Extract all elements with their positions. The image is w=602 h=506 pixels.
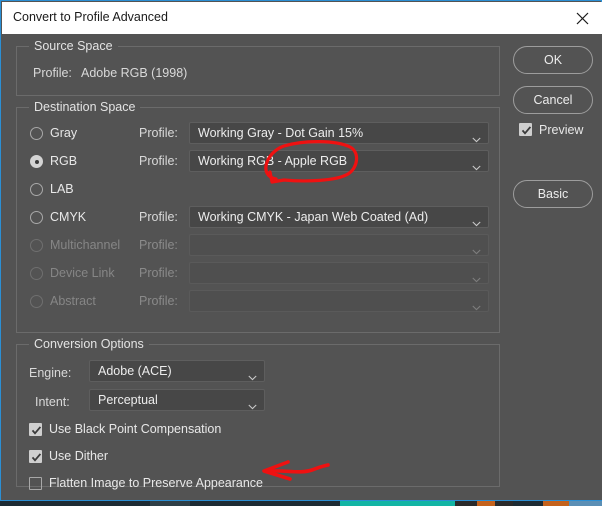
profile-value-rgb: Working RGB - Apple RGB (198, 154, 348, 168)
source-profile-label: Profile: (33, 66, 72, 80)
profile-label-multichannel: Profile: (139, 238, 178, 252)
dialog-window: Convert to Profile Advanced Source Space… (0, 0, 602, 501)
radio-gray[interactable] (30, 127, 43, 140)
profile-dropdown-multichannel (189, 234, 489, 256)
preview-label: Preview (539, 123, 584, 137)
window-title: Convert to Profile Advanced (13, 10, 168, 24)
chevron-down-icon (472, 298, 481, 311)
engine-dropdown[interactable]: Adobe (ACE) (89, 360, 265, 382)
checkbox-label-use-black-point-compensation: Use Black Point Compensation (49, 422, 222, 436)
intent-value: Perceptual (98, 393, 158, 407)
preview-checkbox[interactable] (519, 123, 532, 136)
radio-device-link (30, 267, 43, 280)
radio-label-device-link: Device Link (50, 266, 115, 280)
chevron-down-icon (248, 368, 257, 381)
cancel-button[interactable]: Cancel (513, 86, 593, 114)
profile-dropdown-rgb[interactable]: Working RGB - Apple RGB (189, 150, 489, 172)
checkbox-use-dither[interactable] (29, 450, 42, 463)
radio-rgb[interactable] (30, 155, 43, 168)
profile-value-gray: Working Gray - Dot Gain 15% (198, 126, 364, 140)
checkbox-label-use-dither: Use Dither (49, 449, 109, 463)
profile-dropdown-abstract (189, 290, 489, 312)
dialog-body: Source Space Profile: Adobe RGB (1998) D… (2, 34, 602, 500)
intent-label: Intent: (35, 395, 70, 409)
chevron-down-icon (472, 270, 481, 283)
profile-label-gray: Profile: (139, 126, 178, 140)
radio-label-cmyk: CMYK (50, 210, 87, 224)
close-icon[interactable] (562, 2, 602, 34)
engine-label: Engine: (29, 366, 72, 380)
radio-label-lab: LAB (50, 182, 74, 196)
conversion-options-legend: Conversion Options (29, 337, 149, 351)
source-space-group: Source Space Profile: Adobe RGB (1998) (16, 39, 500, 96)
radio-label-gray: Gray (50, 126, 78, 140)
destination-space-group: Destination Space Gray Profile: Working Gr… (16, 100, 500, 333)
profile-label-cmyk: Profile: (139, 210, 178, 224)
profile-dropdown-cmyk[interactable]: Working CMYK - Japan Web Coated (Ad) (189, 206, 489, 228)
radio-cmyk[interactable] (30, 211, 43, 224)
profile-dropdown-device-link (189, 262, 489, 284)
profile-label-device-link: Profile: (139, 266, 178, 280)
conversion-options-group: Conversion Options Engine: Adobe (ACE) I… (16, 337, 500, 490)
profile-label-abstract: Profile: (139, 294, 178, 308)
ok-button[interactable]: OK (513, 46, 593, 74)
radio-multichannel (30, 239, 43, 252)
profile-label-rgb: Profile: (139, 154, 178, 168)
radio-label-multichannel: Multichannel (50, 238, 121, 252)
radio-abstract (30, 295, 43, 308)
checkbox-flatten-image-to-preserve-appearance[interactable] (29, 477, 42, 490)
radio-label-abstract: Abstract (50, 294, 96, 308)
intent-dropdown[interactable]: Perceptual (89, 389, 265, 411)
profile-dropdown-gray[interactable]: Working Gray - Dot Gain 15% (189, 122, 489, 144)
profile-value-cmyk: Working CMYK - Japan Web Coated (Ad) (198, 210, 429, 224)
checkbox-label-flatten-image-to-preserve-appearance: Flatten Image to Preserve Appearance (49, 476, 264, 490)
convert-to-profile-advanced-screen: Convert to Profile Advanced Source Space… (0, 0, 602, 506)
source-space-legend: Source Space (29, 39, 118, 53)
radio-label-rgb: RGB (50, 154, 78, 168)
chevron-down-icon (472, 130, 481, 143)
engine-value: Adobe (ACE) (98, 364, 172, 378)
title-bar: Convert to Profile Advanced (2, 2, 602, 34)
checkbox-use-black-point-compensation[interactable] (29, 423, 42, 436)
chevron-down-icon (248, 397, 257, 410)
basic-button[interactable]: Basic (513, 180, 593, 208)
chevron-down-icon (472, 214, 481, 227)
destination-space-legend: Destination Space (29, 100, 141, 114)
radio-lab[interactable] (30, 183, 43, 196)
source-profile-value: Adobe RGB (1998) (81, 66, 188, 80)
chevron-down-icon (472, 158, 481, 171)
chevron-down-icon (472, 242, 481, 255)
